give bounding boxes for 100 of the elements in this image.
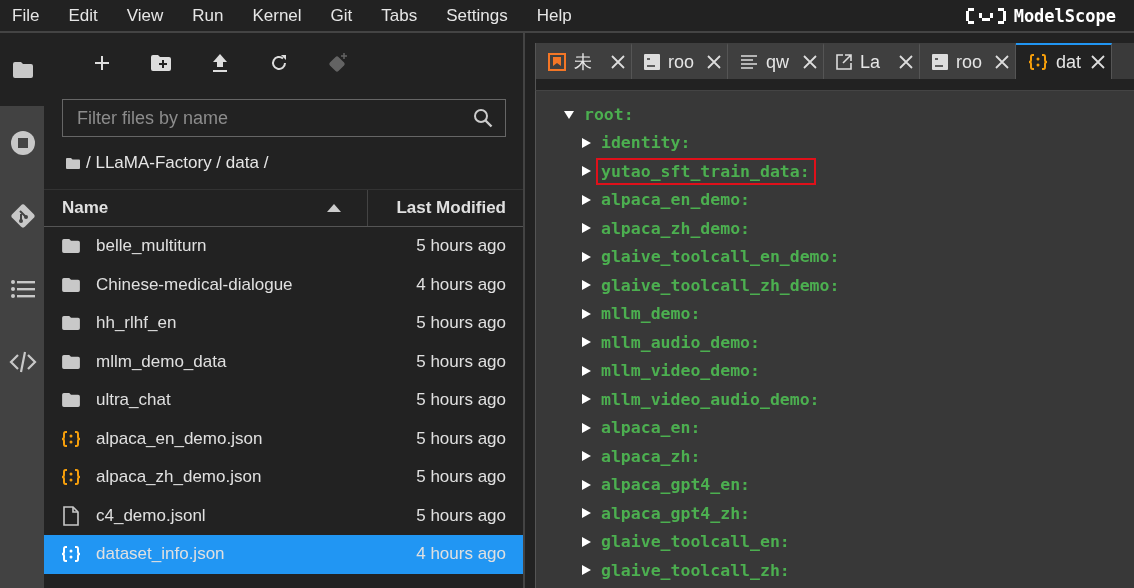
file-row[interactable]: belle_multiturn 5 hours ago (44, 227, 523, 266)
file-row[interactable]: ultra_chat 5 hours ago (44, 381, 523, 420)
breadcrumb[interactable]: / LLaMA-Factory / data / (86, 153, 269, 173)
editor-tab[interactable]: qw (728, 43, 824, 79)
editor-tab[interactable]: La (824, 43, 920, 79)
file-name: mllm_demo_data (96, 351, 228, 372)
file-row[interactable]: c4_demo.jsonl 5 hours ago (44, 496, 523, 535)
modified-time: 5 hours ago (416, 505, 507, 526)
folder-icon (61, 353, 81, 370)
collapsed-icon[interactable] (581, 451, 591, 462)
file-icon (62, 505, 80, 526)
file-name: alpaca_en_demo.json (96, 428, 264, 449)
terminal-icon (932, 54, 948, 70)
launcher-icon (836, 54, 852, 70)
tree-key[interactable]: identity: (601, 133, 691, 153)
tree-key[interactable]: glaive_toolcall_zh_demo: (601, 275, 840, 295)
tree-key[interactable]: alpaca_en_demo: (601, 190, 750, 210)
file-row[interactable]: mllm_demo_data 5 hours ago (44, 342, 523, 381)
menu-item[interactable]: View (126, 5, 164, 26)
menu-item[interactable]: Kernel (252, 5, 302, 26)
close-icon[interactable] (995, 55, 1009, 69)
json-file-icon (61, 430, 81, 447)
menu-item[interactable]: Tabs (381, 5, 418, 26)
collapsed-icon[interactable] (581, 137, 591, 148)
sort-icon (327, 204, 341, 212)
collapsed-icon[interactable] (581, 194, 591, 205)
collapsed-icon[interactable] (581, 337, 591, 348)
editor-tab[interactable]: roo (920, 43, 1016, 79)
tree-key[interactable]: glaive_toolcall_en: (601, 532, 790, 552)
collapsed-icon[interactable] (581, 280, 591, 291)
menu-item[interactable]: Run (192, 5, 224, 26)
json-file-icon (1028, 54, 1048, 70)
editor-tab[interactable]: 未 (536, 43, 632, 79)
file-row[interactable]: Chinese-medical-dialogue 4 hours ago (44, 265, 523, 304)
modified-time: 4 hours ago (416, 274, 507, 295)
tree-key[interactable]: alpaca_gpt4_en: (601, 475, 750, 495)
tree-key[interactable]: mllm_audio_demo: (601, 332, 760, 352)
modified-time: 5 hours ago (416, 390, 507, 411)
tree-key[interactable]: mllm_demo: (601, 304, 701, 324)
collapsed-icon[interactable] (581, 166, 591, 177)
folder-icon (61, 392, 81, 409)
sidebar-tab[interactable] (0, 33, 44, 106)
menu-item[interactable]: Git (330, 5, 353, 26)
folder-plus-icon (150, 55, 171, 71)
column-header[interactable]: Last Modified (368, 198, 523, 218)
modified-time: 4 hours ago (416, 544, 507, 565)
close-icon[interactable] (611, 55, 625, 69)
editor-tab[interactable]: roo (632, 43, 728, 79)
tree-key[interactable]: mllm_video_demo: (601, 361, 760, 381)
file-row[interactable]: alpaca_en_demo.json 5 hours ago (44, 419, 523, 458)
tree-key[interactable]: alpaca_zh: (601, 446, 701, 466)
modified-time: 5 hours ago (416, 236, 507, 257)
collapsed-icon[interactable] (581, 479, 591, 490)
menu-item[interactable]: File (12, 5, 40, 26)
tree-key[interactable]: alpaca_zh_demo: (601, 218, 750, 238)
terminal-icon (644, 54, 660, 70)
tree-key[interactable]: mllm_video_audio_demo: (601, 389, 820, 409)
code-icon (9, 350, 37, 373)
close-icon[interactable] (1091, 55, 1105, 69)
tree-key[interactable]: root: (584, 104, 634, 124)
tree-key[interactable]: alpaca_en: (601, 418, 701, 438)
modified-time: 5 hours ago (416, 351, 507, 372)
editor-tab[interactable]: dat (1016, 43, 1112, 79)
refresh-icon (269, 54, 288, 72)
tree-key[interactable]: glaive_toolcall_en_demo: (601, 247, 840, 267)
collapsed-icon[interactable] (581, 223, 591, 234)
close-icon[interactable] (899, 55, 913, 69)
file-row[interactable]: hh_rlhf_en 5 hours ago (44, 304, 523, 343)
column-header[interactable]: Name (62, 198, 109, 218)
filter-field[interactable]: Filter files by name (62, 99, 506, 137)
collapsed-icon[interactable] (581, 565, 591, 576)
collapsed-icon[interactable] (581, 508, 591, 519)
collapsed-icon[interactable] (581, 422, 591, 433)
collapsed-icon[interactable] (581, 394, 591, 405)
collapsed-icon[interactable] (581, 536, 591, 547)
tree-key[interactable]: glaive_toolcall_zh: (601, 560, 790, 580)
plus-icon (93, 55, 110, 71)
menu-item[interactable]: Settings (446, 5, 508, 26)
folder-icon (61, 315, 81, 332)
close-icon[interactable] (803, 55, 817, 69)
folder-icon (12, 60, 34, 79)
file-name: alpaca_zh_demo.json (96, 467, 263, 488)
menu-item[interactable]: Help (536, 5, 572, 26)
modified-time: 5 hours ago (416, 428, 507, 449)
list-icon (11, 278, 35, 299)
json-file-icon (61, 546, 81, 563)
collapsed-icon[interactable] (581, 365, 591, 376)
logo-icon (965, 5, 1006, 26)
notebook-icon (548, 53, 566, 71)
menu-item[interactable]: Edit (68, 5, 98, 26)
close-icon[interactable] (707, 55, 721, 69)
collapsed-icon[interactable] (581, 251, 591, 262)
file-row[interactable]: alpaca_zh_demo.json 5 hours ago (44, 458, 523, 497)
filter-input[interactable]: Filter files by name (75, 106, 473, 130)
expanded-icon[interactable] (564, 109, 574, 120)
brand-name: ModelScope (1013, 5, 1116, 26)
file-name: hh_rlhf_en (96, 313, 178, 334)
collapsed-icon[interactable] (581, 308, 591, 319)
tree-key[interactable]: yutao_sft_train_data: (601, 161, 810, 181)
tree-key[interactable]: alpaca_gpt4_zh: (601, 503, 750, 523)
